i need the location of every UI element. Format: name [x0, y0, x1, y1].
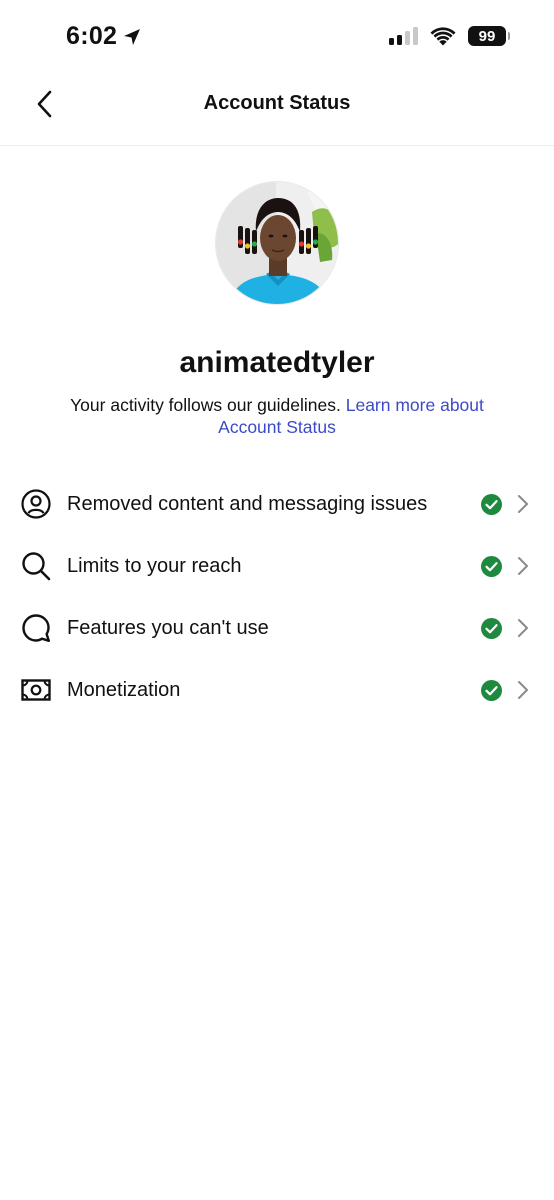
chevron-right-icon — [518, 619, 528, 637]
status-time-text: 6:02 — [66, 22, 118, 50]
chevron-right-icon — [518, 681, 528, 699]
list-item-label: Features you can't use — [67, 617, 269, 639]
list-item-label: Removed content and messaging issues — [67, 493, 428, 515]
cash-icon — [20, 674, 52, 706]
page-title: Account Status — [203, 92, 351, 114]
navigation-header: Account Status — [0, 70, 554, 146]
speech-bubble-icon — [20, 612, 52, 644]
chevron-right-icon — [518, 495, 528, 513]
cellular-signal-icon — [389, 27, 418, 45]
check-circle-icon — [481, 556, 502, 577]
list-item-label: Monetization — [67, 679, 181, 701]
check-circle-icon — [481, 680, 502, 701]
status-bar: 6:02 99 — [0, 0, 554, 70]
battery-level: 99 — [478, 27, 496, 45]
username: animatedtyler — [179, 346, 375, 379]
list-item-features-cant-use[interactable]: Features you can't use — [0, 597, 554, 659]
status-message-text: Your activity follows our guidelines. — [70, 395, 341, 415]
list-item-removed-content[interactable]: Removed content and messaging issues — [0, 473, 554, 535]
status-time: 6:02 — [66, 22, 141, 51]
check-circle-icon — [481, 494, 502, 515]
person-circle-icon — [20, 488, 52, 520]
avatar — [215, 181, 339, 305]
battery-icon: 99 — [468, 26, 510, 46]
wifi-icon — [430, 26, 456, 45]
profile-photo — [216, 182, 338, 304]
status-indicators: 99 — [389, 26, 510, 46]
chevron-right-icon — [518, 557, 528, 575]
list-item-label: Limits to your reach — [67, 555, 242, 577]
list-item-limits-reach[interactable]: Limits to your reach — [0, 535, 554, 597]
account-status-list: Removed content and messaging issues Lim… — [0, 473, 554, 721]
account-status-message: Your activity follows our guidelines. Le… — [40, 394, 514, 438]
location-arrow-icon — [124, 29, 141, 45]
list-item-monetization[interactable]: Monetization — [0, 659, 554, 721]
check-circle-icon — [481, 618, 502, 639]
magnifier-icon — [20, 550, 52, 582]
